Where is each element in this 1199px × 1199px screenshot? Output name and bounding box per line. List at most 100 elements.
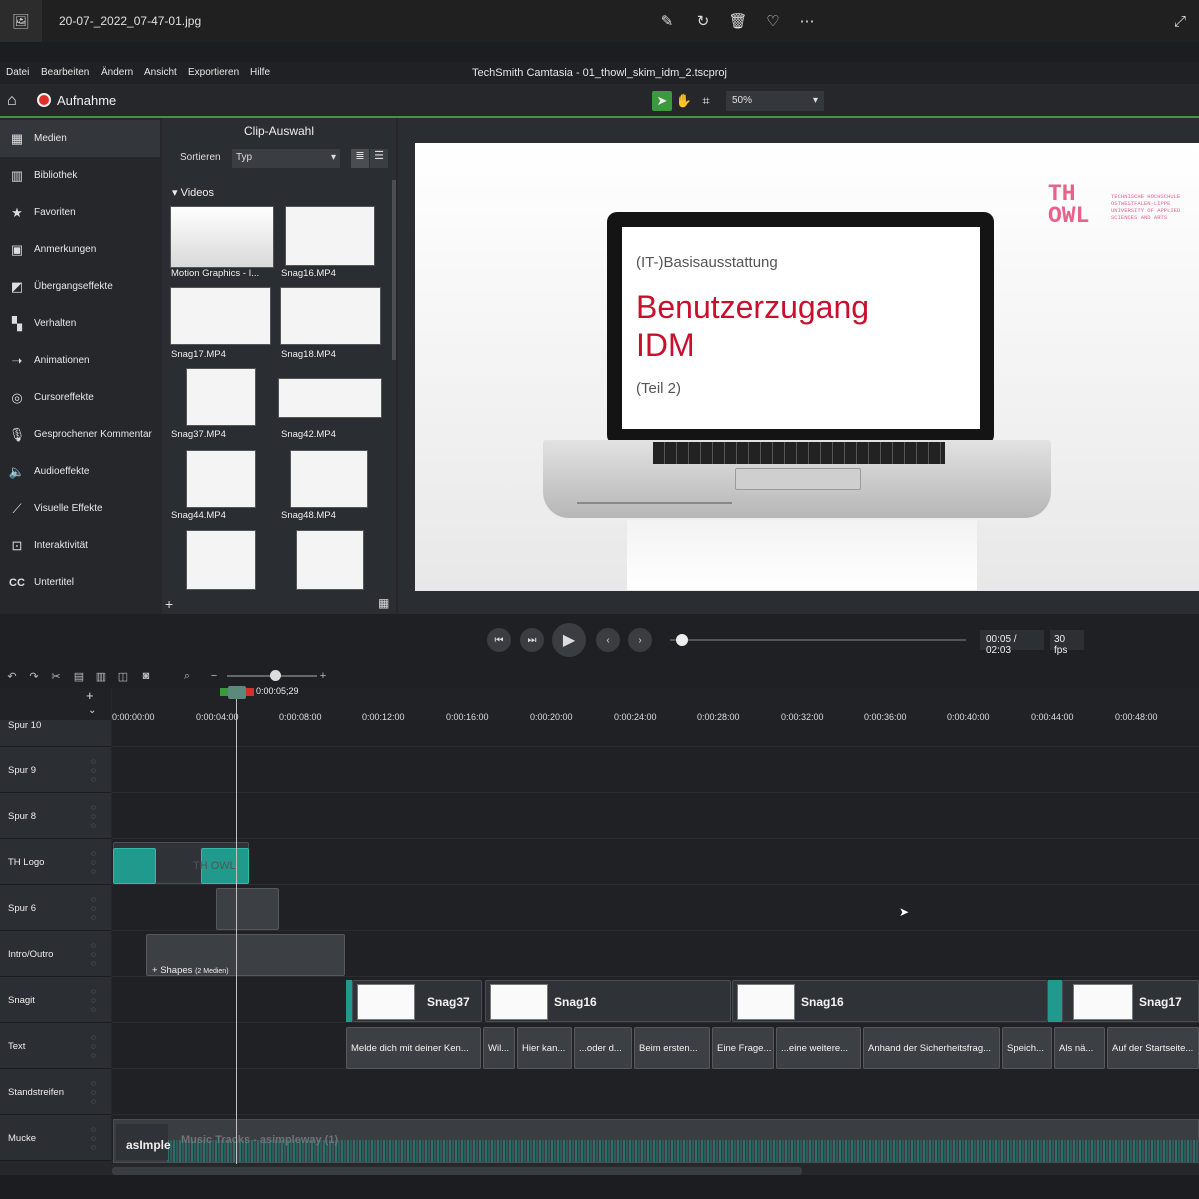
add-media-icon[interactable]: +: [165, 596, 173, 612]
clip-thumbnail[interactable]: [290, 450, 368, 508]
zoom-select[interactable]: 50% ▾: [726, 91, 824, 111]
text-clip[interactable]: Wil...: [483, 1027, 515, 1069]
clip-thumbnail[interactable]: [186, 450, 256, 508]
text-clip[interactable]: Melde dich mit deiner Ken...: [346, 1027, 481, 1069]
zoom-out-icon[interactable]: −: [207, 669, 221, 683]
record-button[interactable]: Aufnahme: [57, 93, 116, 108]
crop-tool-icon[interactable]: ⌗: [696, 91, 716, 111]
image-file-icon[interactable]: 🖼: [0, 0, 42, 42]
out-point-marker[interactable]: [246, 688, 254, 696]
track-lane[interactable]: [112, 793, 1199, 839]
paste-icon[interactable]: ▥: [94, 669, 108, 683]
step-back-icon[interactable]: ⏮: [487, 628, 511, 652]
text-clip[interactable]: Eine Frage...: [712, 1027, 774, 1069]
text-clip[interactable]: Speich...: [1002, 1027, 1052, 1069]
add-track-icon[interactable]: +: [86, 688, 94, 703]
prev-marker-icon[interactable]: ‹: [596, 628, 620, 652]
menu-aendern[interactable]: Ändern: [101, 67, 133, 78]
track-visibility-icon[interactable]: ◌ ◌ ◌: [91, 1079, 96, 1106]
sidebar-item-anmerkungen[interactable]: ▣ Anmerkungen: [0, 231, 160, 268]
chevron-down-icon[interactable]: ⌄: [88, 705, 96, 716]
sidebar-item-cursoreffekte[interactable]: ◎ Cursoreffekte: [0, 379, 160, 416]
zoom-in-icon[interactable]: +: [316, 669, 330, 683]
track-visibility-icon[interactable]: ◌ ◌ ◌: [91, 849, 96, 876]
track-lane[interactable]: [112, 747, 1199, 793]
sidebar-item-animationen[interactable]: ➝ Animationen: [0, 342, 160, 379]
track-lane[interactable]: [112, 839, 1199, 885]
trash-icon[interactable]: 🗑: [728, 11, 748, 31]
snapshot-icon[interactable]: ◙: [139, 669, 153, 683]
track-visibility-icon[interactable]: ◌ ◌ ◌: [91, 895, 96, 922]
sidebar-item-audioeffekte[interactable]: 🔈 Audioeffekte: [0, 453, 160, 490]
undo-icon[interactable]: ↶: [5, 669, 19, 683]
text-clip[interactable]: ...oder d...: [574, 1027, 632, 1069]
text-clip[interactable]: Hier kan...: [517, 1027, 572, 1069]
clip-thumbnail[interactable]: [278, 378, 382, 418]
menu-ansicht[interactable]: Ansicht: [144, 67, 177, 78]
menu-datei[interactable]: Datei: [6, 67, 29, 78]
heart-icon[interactable]: ♡: [763, 11, 783, 31]
snag-clip[interactable]: Snag37: [352, 980, 482, 1022]
track-visibility-icon[interactable]: ◌ ◌ ◌: [91, 941, 96, 968]
sort-select[interactable]: Typ ▾: [232, 149, 340, 168]
transition-marker[interactable]: [1048, 980, 1062, 1022]
grid-view-icon[interactable]: ▦: [378, 596, 389, 610]
clip-thumbnail[interactable]: [186, 530, 256, 590]
menu-bearbeiten[interactable]: Bearbeiten: [41, 67, 89, 78]
text-clip[interactable]: ...eine weitere...: [776, 1027, 861, 1069]
edit-image-icon[interactable]: ✎: [657, 11, 677, 31]
menu-exportieren[interactable]: Exportieren: [188, 67, 239, 78]
hand-tool-icon[interactable]: ✋: [674, 91, 694, 111]
text-clip[interactable]: Beim ersten...: [634, 1027, 710, 1069]
track-lane[interactable]: [112, 1069, 1199, 1115]
sidebar-item-verhalten[interactable]: ▚ Verhalten: [0, 305, 160, 342]
rotate-icon[interactable]: ↻: [693, 11, 713, 31]
sidebar-item-favoriten[interactable]: ★ Favoriten: [0, 194, 160, 231]
sidebar-item-untertitel[interactable]: CC Untertitel: [0, 564, 160, 601]
clip-thumbnail[interactable]: [285, 206, 375, 266]
snag-clip[interactable]: Snag17: [1062, 980, 1199, 1022]
track-visibility-icon[interactable]: ◌ ◌ ◌: [91, 1033, 96, 1060]
text-clip[interactable]: Auf der Startseite...: [1107, 1027, 1199, 1069]
sidebar-item-uebergangseffekte[interactable]: ◩ Übergangseffekte: [0, 268, 160, 305]
text-clip[interactable]: Anhand der Sicherheitsfrag...: [863, 1027, 1000, 1069]
clip-thumbnail[interactable]: [170, 287, 271, 345]
sidebar-item-visuelle-effekte[interactable]: ⟋ Visuelle Effekte: [0, 490, 160, 527]
magnifier-icon[interactable]: ⌕: [180, 669, 194, 683]
in-point-marker[interactable]: [220, 688, 228, 696]
redo-icon[interactable]: ↷: [27, 669, 41, 683]
clip-thumbnail[interactable]: [296, 530, 364, 590]
clip-thumbnail[interactable]: [186, 368, 256, 426]
track-header[interactable]: Spur 10: [0, 720, 111, 747]
scrub-handle[interactable]: [675, 634, 688, 646]
track-visibility-icon[interactable]: ◌ ◌ ◌: [91, 987, 96, 1014]
details-view-icon[interactable]: ≣: [351, 149, 369, 168]
home-icon[interactable]: ⌂: [7, 92, 17, 110]
playhead-line[interactable]: [236, 688, 237, 1164]
list-view-icon[interactable]: ☰: [370, 149, 388, 168]
track-visibility-icon[interactable]: ◌ ◌ ◌: [91, 757, 96, 784]
menu-hilfe[interactable]: Hilfe: [250, 67, 270, 78]
shape-clip[interactable]: [216, 888, 279, 930]
more-icon[interactable]: ⋯: [797, 11, 817, 31]
snag-clip[interactable]: Snag16: [485, 980, 731, 1022]
play-icon[interactable]: ▶: [552, 623, 586, 657]
sidebar-item-medien[interactable]: ▦ Medien: [0, 120, 160, 157]
frame-forward-icon[interactable]: ⏭: [520, 628, 544, 652]
clip-panel-scrollbar[interactable]: [392, 180, 396, 360]
track-lane[interactable]: [112, 720, 1199, 747]
logo-clip[interactable]: [113, 848, 156, 884]
next-marker-icon[interactable]: ›: [628, 628, 652, 652]
sidebar-item-interaktivitaet[interactable]: ⊡ Interaktivität: [0, 527, 160, 564]
record-icon[interactable]: [37, 93, 51, 107]
expand-icon[interactable]: ⤢: [1170, 11, 1190, 31]
snag-clip[interactable]: Snag16: [732, 980, 1048, 1022]
timeline-scrollbar[interactable]: [112, 1167, 802, 1175]
fps-readout[interactable]: 30 fps: [1050, 630, 1084, 656]
track-visibility-icon[interactable]: ◌ ◌ ◌: [91, 803, 96, 830]
copy-icon[interactable]: ▤: [72, 669, 86, 683]
cut-icon[interactable]: ✂: [49, 669, 63, 683]
select-tool-icon[interactable]: ➤: [652, 91, 672, 111]
scrub-bar[interactable]: [670, 639, 966, 641]
clip-thumbnail[interactable]: [170, 206, 274, 268]
